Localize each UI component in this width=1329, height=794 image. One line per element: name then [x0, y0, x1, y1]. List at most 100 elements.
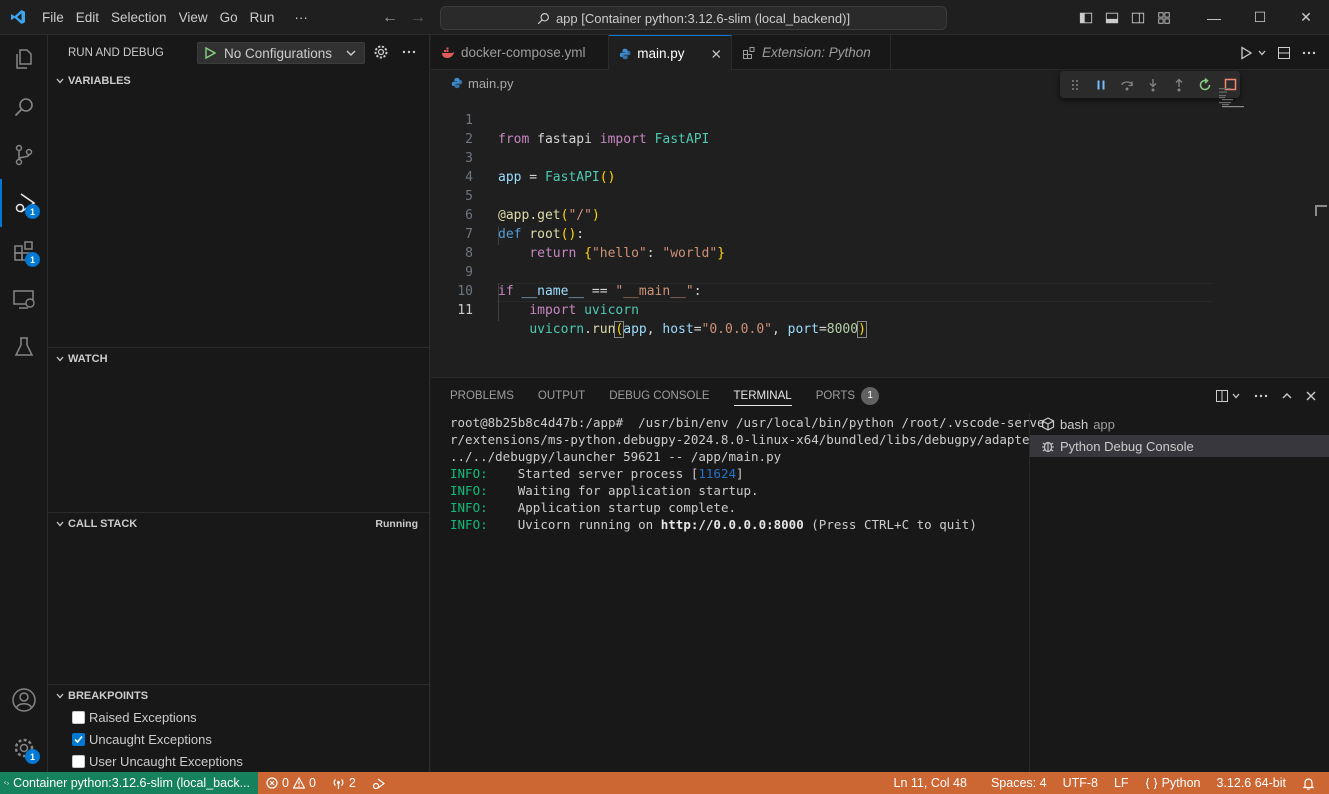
indentation[interactable]: Spaces: 4 — [983, 772, 1055, 794]
restart-icon[interactable] — [1195, 75, 1214, 94]
notifications-bell-icon[interactable] — [1294, 772, 1323, 794]
remote-indicator[interactable]: Container python:3.12.6-slim (local_back… — [0, 772, 258, 794]
forward-arrow-icon[interactable]: → — [410, 9, 426, 27]
source-control-icon[interactable] — [0, 131, 48, 179]
minimap[interactable] — [1219, 88, 1279, 118]
terminal-output[interactable]: root@8b25b8c4d47b:/app# /usr/bin/env /us… — [450, 414, 1045, 533]
toggle-panel-icon[interactable] — [1099, 0, 1125, 35]
checkbox-checked[interactable] — [72, 732, 85, 746]
code-line: 4 — [465, 170, 473, 185]
remote-explorer-icon[interactable] — [0, 275, 48, 323]
chevron-down-icon — [52, 519, 68, 529]
search-view-icon[interactable] — [0, 83, 48, 131]
tab-ports[interactable]: PORTS 1 — [815, 378, 880, 413]
ports-status[interactable]: 2 — [324, 772, 364, 794]
split-editor-icon[interactable] — [1277, 46, 1291, 60]
cursor-position[interactable]: Ln 11, Col 48 — [886, 772, 975, 794]
ports-badge: 1 — [861, 386, 880, 405]
menu-view[interactable]: View — [173, 0, 214, 35]
code-line: 7 return {"hello": "world"} — [465, 227, 726, 261]
breakpoints-section-header[interactable]: BREAKPOINTS — [48, 684, 429, 706]
terminal-item-bash[interactable]: bash app — [1030, 413, 1329, 435]
breakpoint-user-uncaught-exceptions[interactable]: User Uncaught Exceptions — [72, 750, 243, 772]
tab-docker-compose[interactable]: docker-compose.yml — [431, 35, 609, 70]
checkbox[interactable] — [72, 754, 85, 768]
split-terminal-icon[interactable] — [1215, 389, 1229, 403]
code-line: 3 app = FastAPI() — [465, 151, 616, 185]
menu-more[interactable]: ··· — [280, 0, 314, 35]
back-arrow-icon[interactable]: ← — [382, 9, 398, 27]
checkbox[interactable] — [72, 710, 85, 724]
menu-go[interactable]: Go — [214, 0, 244, 35]
python-interpreter[interactable]: 3.12.6 64-bit — [1209, 772, 1295, 794]
start-debugging-icon[interactable] — [204, 47, 216, 59]
breakpoint-raised-exceptions[interactable]: Raised Exceptions — [72, 706, 197, 728]
close-tab-icon[interactable] — [711, 48, 721, 60]
gear-icon[interactable] — [373, 44, 389, 60]
more-actions-icon[interactable] — [401, 44, 417, 60]
variables-section-header[interactable]: VARIABLES — [48, 70, 429, 92]
breakpoint-uncaught-exceptions[interactable]: Uncaught Exceptions — [72, 728, 212, 750]
call-stack-title: CALL STACK — [68, 517, 138, 530]
editor-tabs: docker-compose.yml main.py Extension: Py… — [431, 35, 1329, 71]
tab-debug-console[interactable]: DEBUG CONSOLE — [609, 378, 709, 413]
step-out-icon[interactable] — [1169, 75, 1188, 94]
close-panel-icon[interactable] — [1305, 390, 1317, 402]
drag-handle-icon[interactable] — [1066, 75, 1085, 94]
debug-status-icon[interactable] — [364, 772, 393, 794]
extensions-icon[interactable]: 1 — [0, 227, 48, 275]
customize-layout-icon[interactable] — [1151, 0, 1177, 35]
log-line: INFO: Waiting for application startup. — [450, 483, 759, 498]
tab-output[interactable]: OUTPUT — [538, 378, 585, 413]
call-stack-section-header[interactable]: CALL STACK Running — [48, 512, 429, 534]
testing-icon[interactable] — [0, 323, 48, 371]
terminal-line: root@8b25b8c4d47b:/app# /usr/bin/env /us… — [450, 415, 1045, 430]
menu-file[interactable]: File — [36, 0, 70, 35]
code-editor[interactable]: main.py 1 from fastapi import FastAPI 2 … — [431, 70, 1329, 377]
toggle-primary-sidebar-icon[interactable] — [1073, 0, 1099, 35]
tab-problems[interactable]: PROBLEMS — [450, 378, 514, 413]
explorer-icon[interactable] — [0, 35, 48, 83]
broadcast-icon — [333, 778, 344, 789]
chevron-down-icon[interactable] — [1257, 48, 1267, 58]
chevron-down-icon[interactable] — [1231, 391, 1241, 401]
step-into-icon[interactable] — [1144, 75, 1163, 94]
tab-main-py[interactable]: main.py — [609, 35, 732, 71]
chevron-down-icon — [52, 691, 68, 701]
command-center-search[interactable]: app [Container python:3.12.6-slim (local… — [440, 6, 947, 30]
scrollbar-marker[interactable] — [1315, 205, 1327, 216]
toggle-secondary-sidebar-icon[interactable] — [1125, 0, 1151, 35]
pause-icon[interactable] — [1092, 75, 1111, 94]
problems-status[interactable]: 0 0 — [258, 772, 324, 794]
breadcrumb[interactable]: main.py — [451, 72, 514, 94]
manage-gear-icon[interactable]: 1 — [0, 724, 48, 772]
breadcrumb-file[interactable]: main.py — [468, 76, 514, 91]
maximize-window-icon[interactable]: ☐ — [1237, 0, 1283, 35]
run-python-file-icon[interactable] — [1239, 45, 1253, 60]
minimize-window-icon[interactable]: — — [1191, 0, 1237, 35]
more-actions-icon[interactable] — [1253, 388, 1269, 404]
menu-bar: File Edit Selection View Go Run ··· — [36, 0, 314, 35]
more-actions-icon[interactable] — [1301, 45, 1317, 61]
breakpoint-label: Uncaught Exceptions — [89, 731, 212, 747]
accounts-icon[interactable] — [0, 676, 48, 724]
ports-label: PORTS — [815, 389, 856, 402]
tab-extension-python[interactable]: Extension: Python — [732, 35, 891, 70]
step-over-icon[interactable] — [1118, 75, 1137, 94]
terminal-item-python-debug-console[interactable]: Python Debug Console — [1030, 435, 1329, 457]
maximize-panel-icon[interactable] — [1281, 390, 1293, 402]
encoding[interactable]: UTF-8 — [1055, 772, 1106, 794]
watch-section-header[interactable]: WATCH — [48, 347, 429, 369]
menu-edit[interactable]: Edit — [70, 0, 105, 35]
debug-configuration-select[interactable]: No Configurations — [197, 42, 365, 64]
chevron-down-icon — [346, 50, 356, 56]
tab-terminal[interactable]: TERMINAL — [733, 378, 792, 413]
end-of-line[interactable]: LF — [1106, 772, 1137, 794]
log-line: INFO: Application startup complete. — [450, 500, 736, 515]
close-window-icon[interactable]: ✕ — [1283, 0, 1329, 35]
run-and-debug-icon[interactable]: 1 — [0, 179, 48, 227]
menu-selection[interactable]: Selection — [105, 0, 173, 35]
terminal-box-icon — [1041, 417, 1055, 431]
menu-run[interactable]: Run — [244, 0, 281, 35]
language-mode[interactable]: Python — [1137, 772, 1209, 794]
